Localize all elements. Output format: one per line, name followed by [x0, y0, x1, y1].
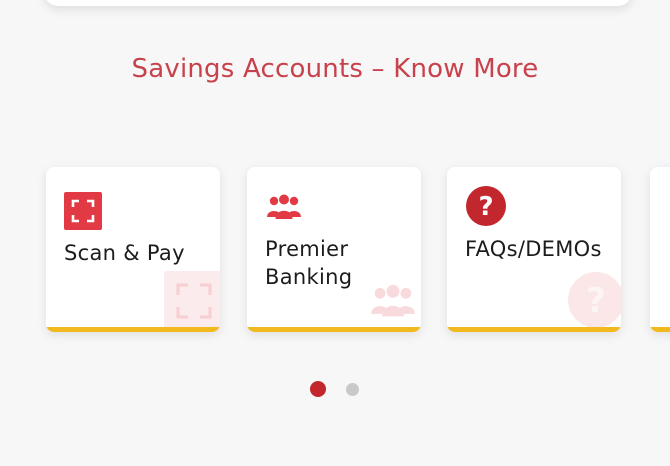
tile-scan-and-pay[interactable]: Scan & Pay [46, 167, 220, 332]
help-question-icon: ? [466, 186, 506, 226]
tile-label: FAQs/DEMOs [465, 237, 602, 261]
pager-dot-active[interactable] [310, 381, 326, 397]
help-question-watermark-icon: ? [568, 272, 621, 328]
pager-dot[interactable] [346, 383, 359, 396]
tile-label: Scan & Pay [64, 241, 185, 265]
scan-qr-icon [64, 192, 102, 230]
group-users-icon [267, 194, 301, 219]
know-more-screen: Savings Accounts – Know More Scan & Pay … [0, 0, 670, 466]
section-title: Savings Accounts – Know More [131, 54, 539, 84]
carousel-pager [0, 381, 670, 397]
tile-next-partial[interactable] [650, 167, 670, 332]
group-users-watermark-icon [371, 284, 415, 317]
tile-label: Premier Banking [265, 237, 353, 289]
tile-faqs-demos[interactable]: ? FAQs/DEMOs ? [447, 167, 621, 332]
scan-qr-watermark-icon [164, 271, 220, 331]
svg-text:?: ? [586, 281, 606, 321]
tile-premier-banking[interactable]: Premier Banking [247, 167, 421, 332]
top-card [44, 0, 632, 6]
svg-text:?: ? [478, 192, 493, 222]
